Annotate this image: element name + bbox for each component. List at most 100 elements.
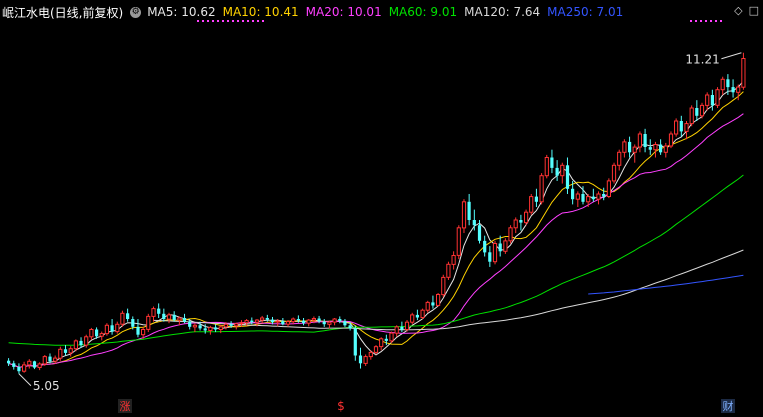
candle-body	[223, 323, 229, 328]
cai-marker[interactable]: 财	[723, 399, 734, 413]
candle-body	[12, 363, 16, 367]
candle-body	[731, 87, 735, 93]
candle-body	[425, 301, 430, 311]
candle-body	[436, 294, 441, 306]
candle-body	[63, 349, 68, 353]
candle-body	[42, 356, 47, 365]
chart-window: 岷江水电(日线,前复权) ⚙ MA5: 10.62 MA10: 10.41 MA…	[0, 0, 763, 417]
candle-body	[115, 323, 120, 333]
zhang-marker[interactable]: 涨	[120, 400, 131, 413]
candle-body	[89, 329, 94, 338]
candles	[7, 52, 746, 374]
candle-body	[637, 133, 642, 148]
candle-body	[265, 318, 269, 320]
candle-body	[48, 356, 52, 362]
candle-body	[420, 309, 425, 319]
candle-body	[483, 240, 487, 253]
candle-body	[275, 320, 280, 323]
candle-body	[177, 317, 182, 321]
candle-body	[322, 321, 326, 325]
s-marker[interactable]: $	[337, 399, 345, 413]
candle-body	[188, 321, 192, 327]
candle-body	[338, 319, 342, 322]
candle-body	[741, 58, 746, 88]
candlestick-plot: 11.21 5.05 涨 $ 财	[7, 20, 746, 413]
candle-body	[394, 326, 399, 334]
candle-body	[203, 328, 207, 331]
candle-body	[726, 79, 730, 88]
low-price-label: 5.05	[33, 379, 60, 393]
candle-body	[544, 157, 549, 177]
high-price-label: 11.21	[685, 53, 719, 67]
candle-body	[110, 325, 114, 332]
candle-body	[348, 325, 352, 329]
candle-body	[492, 243, 498, 263]
candle-body	[239, 322, 244, 325]
candle-body	[503, 240, 508, 252]
candle-body	[198, 325, 202, 329]
candle-body	[539, 175, 544, 203]
candle-body	[162, 313, 166, 319]
event-dot	[710, 20, 712, 22]
candle-body	[270, 319, 275, 323]
candle-body	[244, 320, 249, 324]
candle-body	[208, 326, 213, 331]
candle-body	[166, 314, 172, 320]
candle-body	[699, 104, 705, 117]
candle-body	[586, 196, 591, 203]
candle-body	[141, 329, 146, 336]
candle-body	[343, 321, 347, 326]
candle-body	[281, 321, 285, 325]
candle-body	[602, 194, 606, 197]
candle-body	[529, 196, 534, 213]
event-dot	[262, 20, 264, 22]
candle-body	[32, 361, 37, 368]
candle-body	[648, 147, 652, 150]
candle-body	[214, 327, 218, 330]
event-dot	[700, 20, 702, 22]
candle-body	[477, 225, 482, 241]
event-dot	[690, 20, 692, 22]
candle-body	[679, 121, 683, 132]
candle-body	[301, 320, 306, 324]
candle-body	[136, 326, 140, 335]
candle-body	[234, 323, 239, 327]
candle-body	[37, 363, 42, 368]
candle-body	[151, 308, 156, 317]
candle-body	[306, 319, 311, 324]
candle-body	[720, 78, 725, 91]
candle-body	[58, 348, 63, 359]
candle-body	[373, 346, 379, 353]
event-dot	[212, 20, 214, 22]
candle-body	[488, 252, 492, 262]
candle-body	[410, 314, 415, 323]
candle-body	[131, 319, 135, 327]
candle-body	[456, 227, 461, 256]
candle-body	[668, 133, 674, 147]
candle-body	[291, 318, 296, 323]
candle-body	[695, 108, 699, 116]
candle-body	[260, 317, 265, 321]
candle-body	[534, 196, 538, 202]
candle-body	[250, 320, 254, 323]
candle-body	[446, 263, 451, 278]
candle-body	[643, 134, 647, 147]
event-dot	[242, 20, 244, 22]
event-dot	[252, 20, 254, 22]
event-dot	[222, 20, 224, 22]
candle-body	[611, 164, 617, 182]
candle-body	[684, 123, 689, 132]
candle-body	[622, 141, 627, 153]
candle-body	[22, 364, 27, 372]
candle-body	[565, 165, 570, 189]
candle-body	[415, 314, 419, 318]
candle-body	[431, 302, 435, 306]
candle-body	[126, 313, 130, 319]
candle-body	[172, 314, 176, 321]
event-markers: 涨 $ 财	[118, 399, 735, 413]
event-dot	[227, 20, 229, 22]
candle-body	[674, 120, 679, 135]
candle-body	[218, 326, 223, 330]
event-dot	[232, 20, 234, 22]
candle-body	[461, 201, 467, 229]
